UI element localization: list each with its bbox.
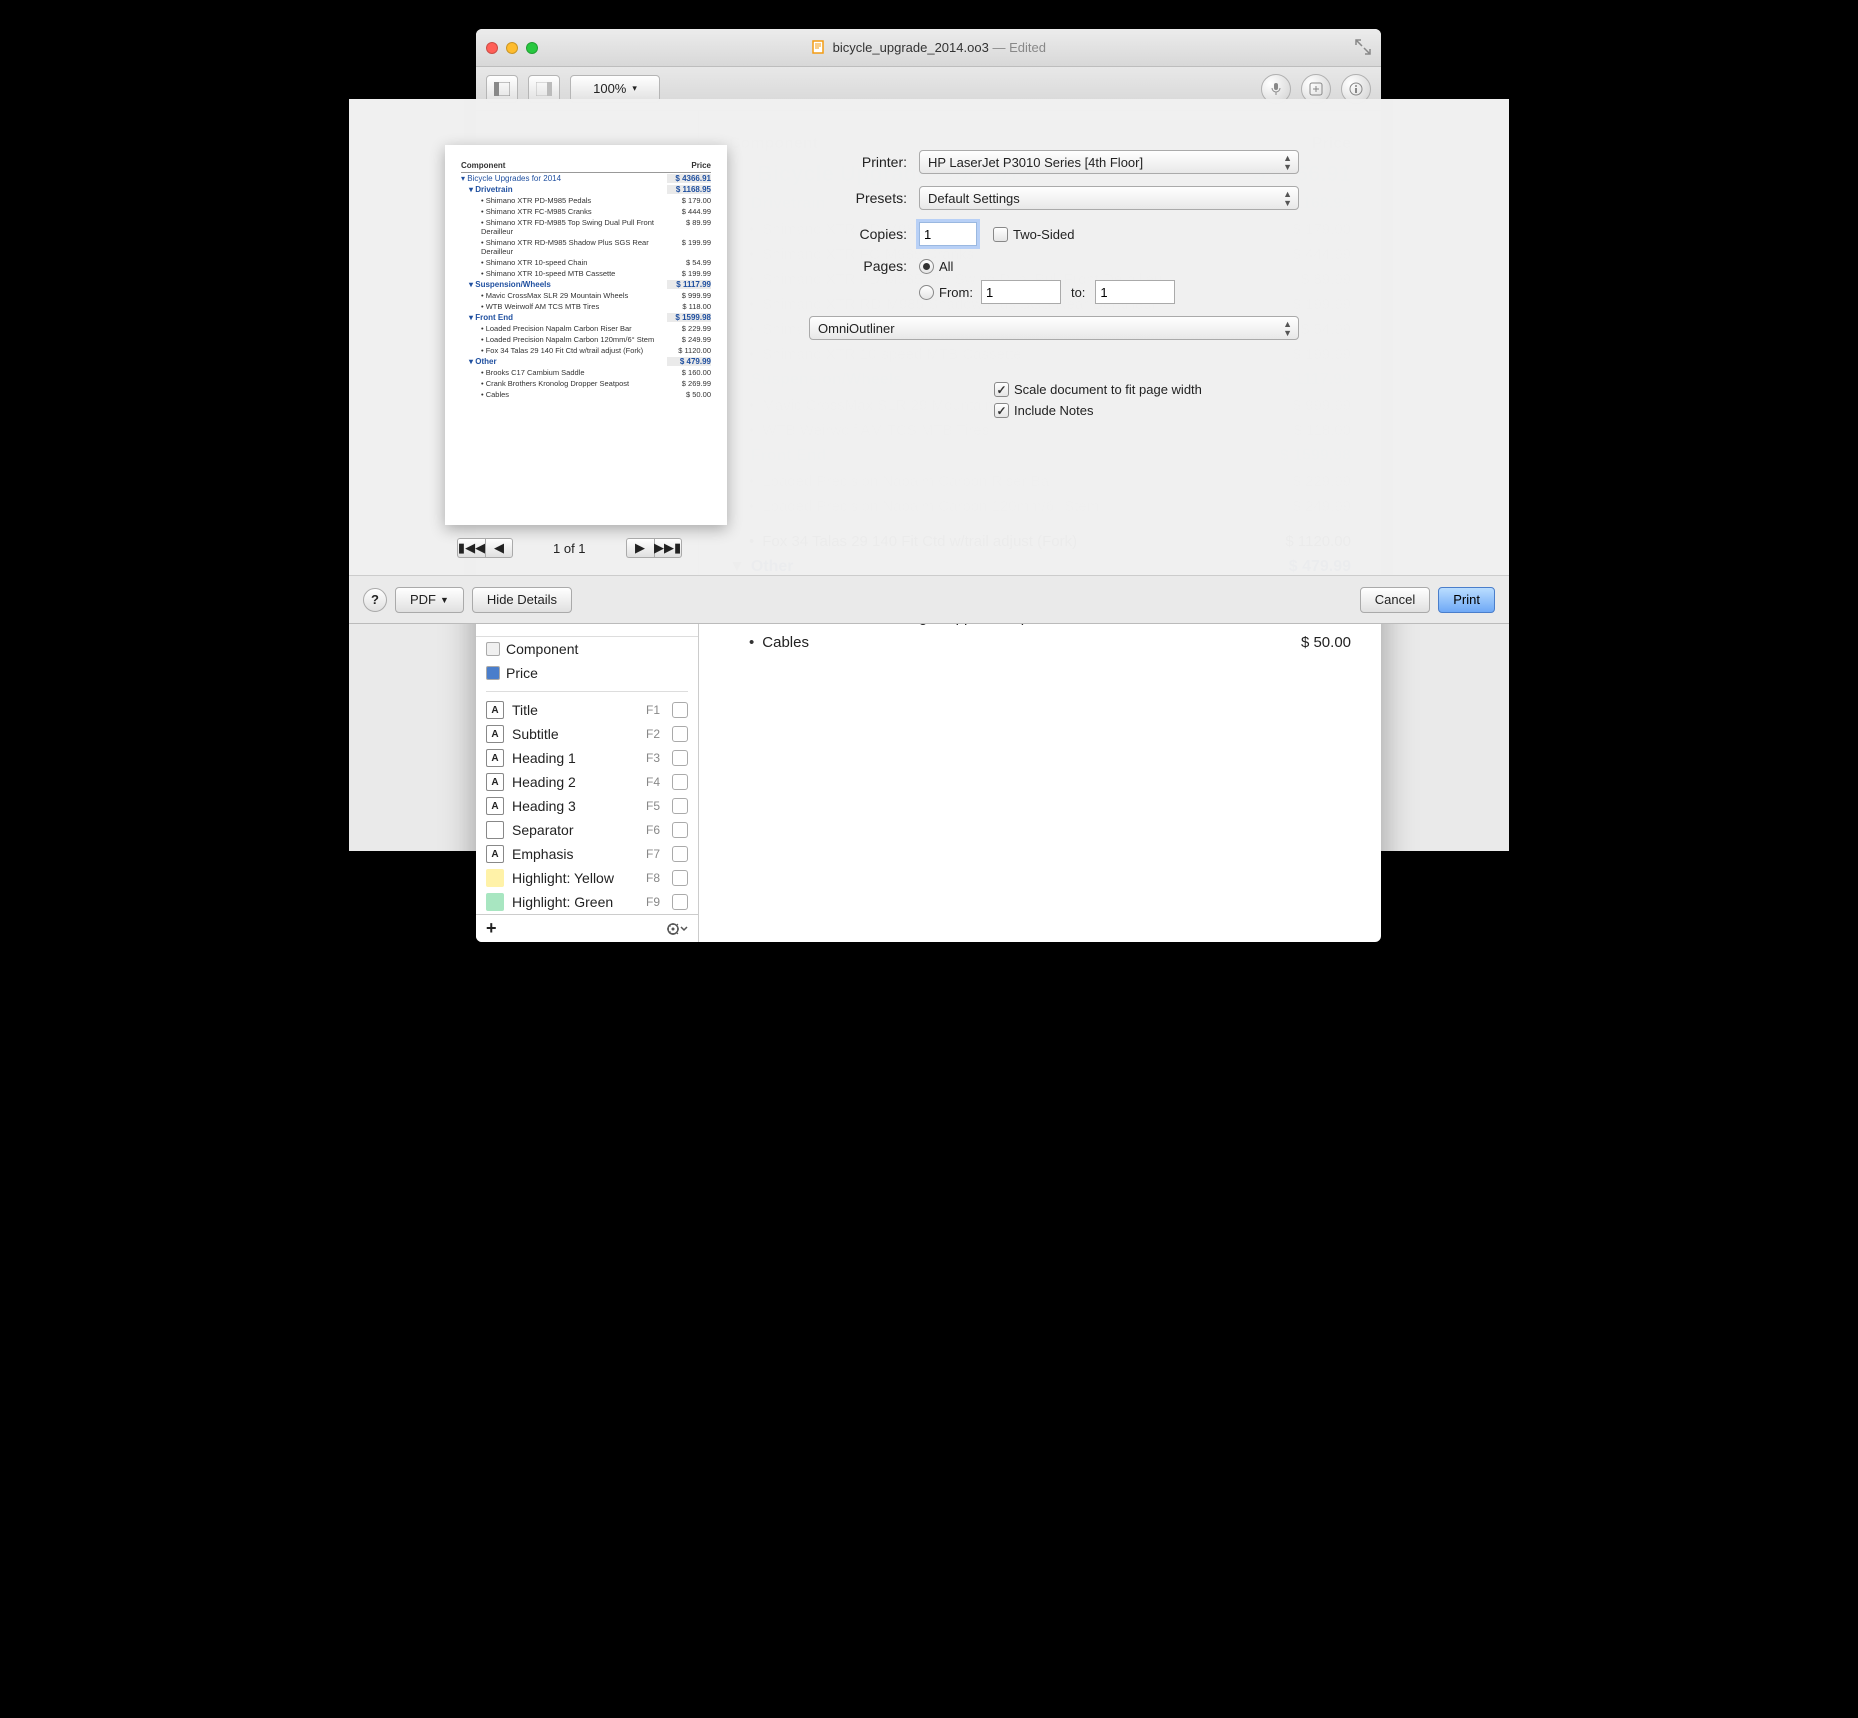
print-options: Printer: HP LaserJet P3010 Series [4th F… — [799, 150, 1299, 430]
sidebar-style[interactable]: SeparatorF6 — [476, 818, 698, 842]
preview-row: • Cables$ 50.00 — [461, 389, 711, 400]
sidebar-column[interactable]: Price — [476, 661, 698, 685]
pages-to-label: to: — [1071, 285, 1085, 300]
preview-row: • Shimano XTR 10-speed Chain$ 54.99 — [461, 257, 711, 268]
scale-checkbox[interactable] — [994, 382, 1009, 397]
doc-row: •Cables$ 50.00 — [729, 630, 1351, 655]
sidebar-style[interactable]: Highlight: GreenF9 — [476, 890, 698, 914]
preview-row: • Shimano XTR RD-M985 Shadow Plus SGS Re… — [461, 237, 711, 257]
style-checkbox[interactable] — [672, 870, 688, 886]
sidebar-style[interactable]: AHeading 2F4 — [476, 770, 698, 794]
preview-row: • Loaded Precision Napalm Carbon Riser B… — [461, 323, 711, 334]
presets-select[interactable]: Default Settings▲▼ — [919, 186, 1299, 210]
copies-label: Copies: — [799, 226, 919, 242]
preview-row: ▾ Suspension/Wheels$ 1117.99 — [461, 279, 711, 290]
style-checkbox[interactable] — [672, 774, 688, 790]
style-checkbox[interactable] — [672, 750, 688, 766]
pages-from-label: From: — [939, 285, 973, 300]
preview-header-component: Component — [461, 161, 691, 170]
style-checkbox[interactable] — [672, 726, 688, 742]
prev-page-button[interactable]: ◀ — [485, 538, 513, 558]
last-page-button[interactable]: ▶▶▮ — [654, 538, 682, 558]
printer-label: Printer: — [799, 154, 919, 170]
include-notes-label: Include Notes — [1014, 403, 1094, 418]
style-checkbox[interactable] — [672, 822, 688, 838]
print-preview: ComponentPrice ▾ Bicycle Upgrades for 20… — [445, 145, 727, 525]
preview-row: • Crank Brothers Kronolog Dropper Seatpo… — [461, 378, 711, 389]
sidebar-style[interactable]: Highlight: YellowF8 — [476, 866, 698, 890]
fullscreen-button[interactable] — [1353, 37, 1373, 57]
app-panel-select[interactable]: OmniOutliner▲▼ — [809, 316, 1299, 340]
preview-row: ▾ Bicycle Upgrades for 2014$ 4366.91 — [461, 173, 711, 184]
style-checkbox[interactable] — [672, 846, 688, 862]
preview-row: ▾ Front End$ 1599.98 — [461, 312, 711, 323]
two-sided-label: Two-Sided — [1013, 227, 1074, 242]
minimize-button[interactable] — [506, 42, 518, 54]
pages-from-radio[interactable] — [919, 285, 934, 300]
next-page-button[interactable]: ▶ — [626, 538, 654, 558]
preview-row: • Shimano XTR FC-M985 Cranks$ 444.99 — [461, 206, 711, 217]
pages-all-label: All — [939, 259, 953, 274]
preview-row: • WTB Weirwolf AM TCS MTB Tires$ 118.00 — [461, 301, 711, 312]
window-title: bicycle_upgrade_2014.oo3 — Edited — [476, 40, 1381, 55]
sidebar-style[interactable]: ATitleF1 — [476, 698, 698, 722]
close-button[interactable] — [486, 42, 498, 54]
preview-row: • Loaded Precision Napalm Carbon 120mm/6… — [461, 334, 711, 345]
print-button[interactable]: Print — [1438, 587, 1495, 613]
add-style-button[interactable]: + — [486, 918, 497, 939]
pages-label: Pages: — [799, 258, 919, 274]
preview-row: ▾ Drivetrain$ 1168.95 — [461, 184, 711, 195]
sidebar-column[interactable]: Component — [476, 637, 698, 661]
preview-row: ▾ Other$ 479.99 — [461, 356, 711, 367]
titlebar: bicycle_upgrade_2014.oo3 — Edited — [476, 29, 1381, 67]
style-actions-button[interactable] — [666, 922, 688, 936]
hide-details-button[interactable]: Hide Details — [472, 587, 572, 613]
print-sheet-buttons: ? PDF ▼ Hide Details Cancel Print — [349, 575, 1509, 623]
pages-from-input[interactable] — [981, 280, 1061, 304]
pages-to-input[interactable] — [1095, 280, 1175, 304]
printer-select[interactable]: HP LaserJet P3010 Series [4th Floor]▲▼ — [919, 150, 1299, 174]
preview-row: • Shimano XTR PD-M985 Pedals$ 179.00 — [461, 195, 711, 206]
document-icon — [811, 40, 825, 54]
first-page-button[interactable]: ▮◀◀ — [457, 538, 485, 558]
pages-all-radio[interactable] — [919, 259, 934, 274]
page-indicator: 1 of 1 — [553, 541, 586, 556]
cancel-button[interactable]: Cancel — [1360, 587, 1430, 613]
include-notes-checkbox[interactable] — [994, 403, 1009, 418]
preview-row: • Shimano XTR 10-speed MTB Cassette$ 199… — [461, 268, 711, 279]
preview-header-price: Price — [691, 161, 711, 170]
sidebar-style[interactable]: ASubtitleF2 — [476, 722, 698, 746]
presets-label: Presets: — [799, 190, 919, 206]
style-checkbox[interactable] — [672, 894, 688, 910]
style-checkbox[interactable] — [672, 702, 688, 718]
preview-row: • Mavic CrossMax SLR 29 Mountain Wheels$… — [461, 290, 711, 301]
sidebar-style[interactable]: AEmphasisF7 — [476, 842, 698, 866]
sidebar-style[interactable]: AHeading 3F5 — [476, 794, 698, 818]
scale-label: Scale document to fit page width — [1014, 382, 1202, 397]
pdf-button[interactable]: PDF ▼ — [395, 587, 464, 613]
style-checkbox[interactable] — [672, 798, 688, 814]
preview-pager: ▮◀◀ ◀ 1 of 1 ▶ ▶▶▮ — [457, 538, 682, 558]
sidebar-style[interactable]: AHeading 1F3 — [476, 746, 698, 770]
preview-row: • Shimano XTR FD-M985 Top Swing Dual Pul… — [461, 217, 711, 237]
copies-input[interactable] — [919, 222, 977, 246]
preview-row: • Fox 34 Talas 29 140 Fit Ctd w/trail ad… — [461, 345, 711, 356]
help-button[interactable]: ? — [363, 588, 387, 612]
preview-row: • Brooks C17 Cambium Saddle$ 160.00 — [461, 367, 711, 378]
two-sided-checkbox[interactable] — [993, 227, 1008, 242]
zoom-button[interactable] — [526, 42, 538, 54]
